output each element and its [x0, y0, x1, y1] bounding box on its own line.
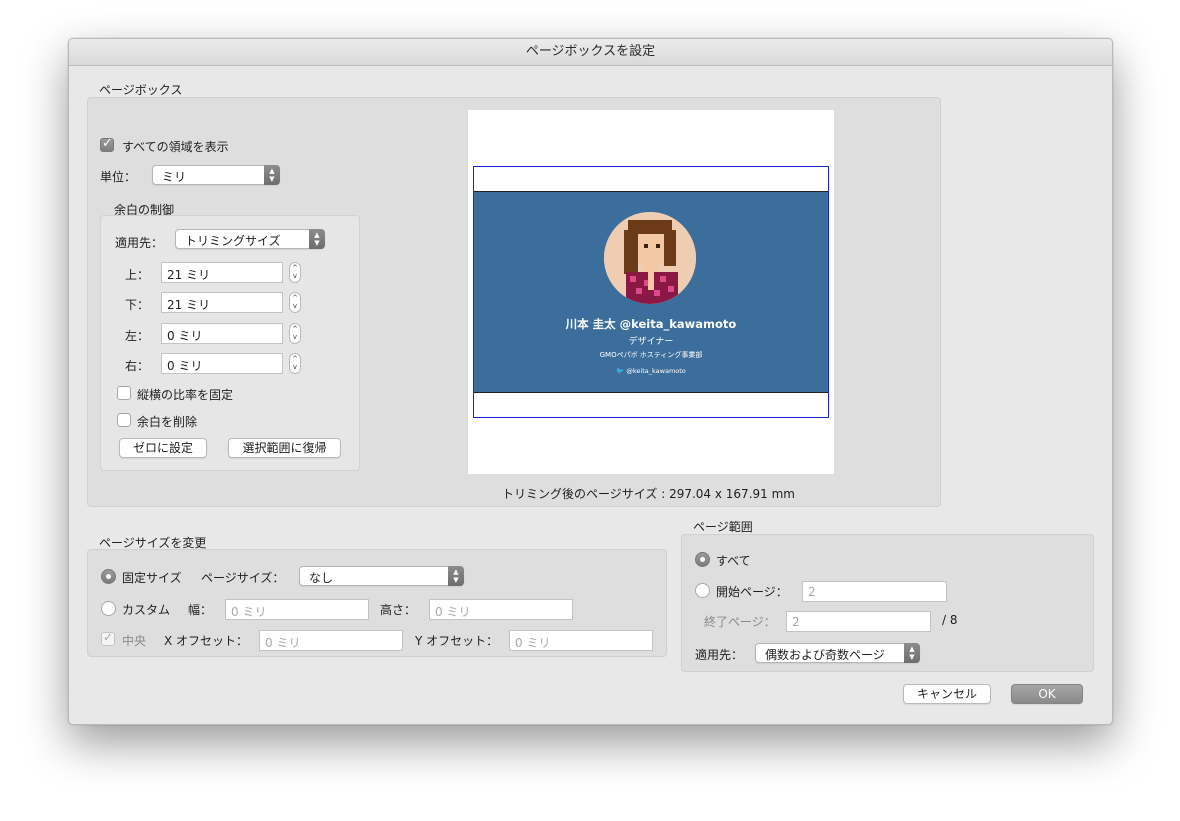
set-to-zero-button[interactable]: ゼロに設定 — [119, 438, 207, 458]
right-margin-value: 0 ミリ — [167, 359, 203, 373]
height-placeholder: 0 ミリ — [435, 605, 471, 619]
bottom-margin-field[interactable]: 21 ミリ — [161, 292, 283, 313]
left-margin-field[interactable]: 0 ミリ — [161, 323, 283, 344]
cancel-button[interactable]: キャンセル — [903, 684, 991, 704]
popup-arrows-icon: ▲ ▼ — [448, 566, 464, 586]
avatar-image — [604, 212, 696, 304]
page-range-apply-to-label: 適用先： — [695, 648, 744, 662]
constrain-proportions-checkbox[interactable] — [117, 386, 131, 400]
change-page-size-group: 固定サイズ ページサイズ： なし ▲ ▼ カスタム 幅： 0 ミリ 高さ： 0 ミ… — [87, 549, 667, 657]
left-margin-label: 左： — [125, 329, 150, 343]
to-page-field[interactable]: 2 — [786, 611, 931, 632]
card-company: GMOペパボ ホスティング事業部 — [599, 351, 703, 359]
card-twitter-handle: @keita_kawamoto — [626, 367, 686, 375]
x-offset-field[interactable]: 0 ミリ — [259, 630, 403, 651]
fixed-size-label: 固定サイズ — [122, 571, 182, 585]
y-offset-placeholder: 0 ミリ — [515, 636, 551, 650]
preview-card: 川本 圭太 @keita_kawamoto デザイナー GMOペパボ ホスティン… — [474, 191, 828, 393]
popup-arrows-icon: ▲ ▼ — [904, 643, 920, 663]
center-label: 中央 — [122, 634, 147, 648]
unit-label: 単位： — [100, 170, 137, 184]
top-margin-value: 21 ミリ — [167, 268, 211, 282]
right-margin-field[interactable]: 0 ミリ — [161, 353, 283, 374]
top-margin-label: 上： — [125, 268, 150, 282]
height-label: 高さ： — [380, 603, 417, 617]
remove-white-margins-label: 余白を削除 — [137, 415, 198, 429]
margin-control-group: 適用先： トリミングサイズ ▲ ▼ 上： 21 ミリ ^ v 下： 21 ミリ ^ v… — [100, 215, 360, 471]
pixel-avatar-icon — [604, 212, 696, 304]
all-pages-label: すべて — [716, 554, 751, 568]
page-size-value: なし — [309, 571, 334, 585]
popup-arrows-icon: ▲ ▼ — [264, 165, 280, 185]
revert-to-selection-button[interactable]: 選択範囲に復帰 — [228, 438, 341, 458]
page-range-label: ページ範囲 — [693, 520, 753, 534]
popup-arrows-icon: ▲ ▼ — [309, 229, 325, 249]
bottom-margin-label: 下： — [125, 298, 150, 312]
cropped-page-size: トリミング後のページサイズ : 297.04 x 167.91 mm — [502, 487, 795, 501]
card-role: デザイナー — [628, 337, 674, 347]
page-preview: 川本 圭太 @keita_kawamoto デザイナー GMOペパボ ホスティン… — [468, 110, 834, 474]
to-page-value: 2 — [792, 615, 800, 629]
width-label: 幅： — [188, 603, 213, 617]
top-margin-stepper[interactable]: ^ v — [289, 262, 301, 283]
total-pages: / 8 — [942, 613, 958, 627]
fixed-size-radio[interactable] — [101, 569, 116, 584]
page-range-apply-to-value: 偶数および奇数ページ — [765, 648, 885, 662]
dialog-title: ページボックスを設定 — [69, 39, 1112, 66]
width-placeholder: 0 ミリ — [231, 605, 267, 619]
to-page-label: 終了ページ： — [704, 615, 776, 629]
apply-to-label: 適用先： — [115, 236, 164, 250]
page-size-label: ページサイズ： — [201, 571, 285, 585]
right-margin-label: 右： — [125, 359, 150, 373]
card-twitter: 🐦 @keita_kawamoto — [474, 367, 828, 375]
bottom-margin-stepper[interactable]: ^ v — [289, 292, 301, 313]
x-offset-placeholder: 0 ミリ — [265, 636, 301, 650]
show-all-boxes-label: すべての領域を表示 — [122, 140, 229, 154]
page-range-from-radio[interactable] — [695, 583, 710, 598]
apply-to-popup[interactable]: トリミングサイズ ▲ ▼ — [175, 229, 325, 249]
center-checkbox[interactable] — [101, 630, 115, 646]
right-margin-stepper[interactable]: ^ v — [289, 353, 301, 374]
all-pages-radio[interactable] — [695, 552, 710, 567]
card-name: 川本 圭太 @keita_kawamoto — [565, 317, 737, 331]
show-all-boxes-checkbox[interactable] — [100, 136, 114, 152]
apply-to-value: トリミングサイズ — [185, 234, 281, 248]
height-field[interactable]: 0 ミリ — [429, 599, 573, 620]
from-page-field[interactable]: 2 — [802, 581, 947, 602]
ok-button[interactable]: OK — [1011, 684, 1083, 704]
page-range-apply-to-popup[interactable]: 偶数および奇数ページ ▲ ▼ — [755, 643, 920, 663]
y-offset-field[interactable]: 0 ミリ — [509, 630, 653, 651]
remove-white-margins-checkbox[interactable] — [117, 413, 131, 427]
left-margin-stepper[interactable]: ^ v — [289, 323, 301, 344]
y-offset-label: Y オフセット： — [415, 634, 499, 648]
page-box-dialog: ページボックスを設定 ページボックス すべての領域を表示 単位： ミリ ▲▼ 余… — [68, 38, 1113, 725]
page-box-group-label: ページボックス — [99, 83, 183, 97]
page-size-popup[interactable]: なし ▲ ▼ — [299, 566, 464, 586]
custom-size-label: カスタム — [122, 603, 171, 617]
unit-popup[interactable]: ミリ ▲ ▼ — [152, 165, 280, 185]
left-margin-value: 0 ミリ — [167, 329, 203, 343]
bottom-margin-value: 21 ミリ — [167, 298, 211, 312]
page-box-group: すべての領域を表示 単位： ミリ ▲▼ 余白の制御 適用先： トリミングサイズ … — [87, 97, 941, 507]
top-margin-field[interactable]: 21 ミリ — [161, 262, 283, 283]
unit-value: ミリ — [162, 170, 187, 184]
page-range-group: すべて 開始ページ： 2 終了ページ： 2 / 8 適用先： 偶数および奇数ペー… — [681, 534, 1094, 672]
constrain-proportions-label: 縦横の比率を固定 — [137, 388, 234, 402]
from-page-value: 2 — [808, 585, 816, 599]
from-page-label: 開始ページ： — [716, 585, 788, 599]
x-offset-label: X オフセット： — [164, 634, 249, 648]
custom-size-radio[interactable] — [101, 601, 116, 616]
twitter-bird-icon: 🐦 — [616, 367, 625, 375]
width-field[interactable]: 0 ミリ — [225, 599, 369, 620]
